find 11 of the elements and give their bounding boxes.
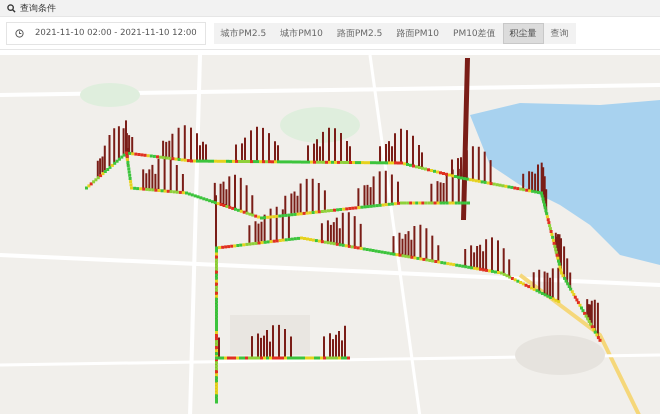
layer-button[interactable]: 路面PM10 bbox=[389, 22, 446, 44]
layer-button[interactable]: PM10差值 bbox=[446, 22, 503, 44]
layer-button[interactable]: 城市PM10 bbox=[273, 22, 330, 44]
time-range-field[interactable]: 2021-11-10 02:00 - 2021-11-10 12:00 bbox=[6, 22, 206, 44]
query-button[interactable]: 查询 bbox=[544, 22, 576, 44]
clock-icon bbox=[14, 28, 24, 38]
layer-button[interactable]: 积尘量 bbox=[502, 22, 544, 44]
layer-button[interactable]: 路面PM2.5 bbox=[330, 22, 390, 44]
panel-title: 查询条件 bbox=[20, 2, 56, 14]
layer-button[interactable]: 城市PM2.5 bbox=[214, 22, 274, 44]
search-icon bbox=[7, 4, 16, 12]
